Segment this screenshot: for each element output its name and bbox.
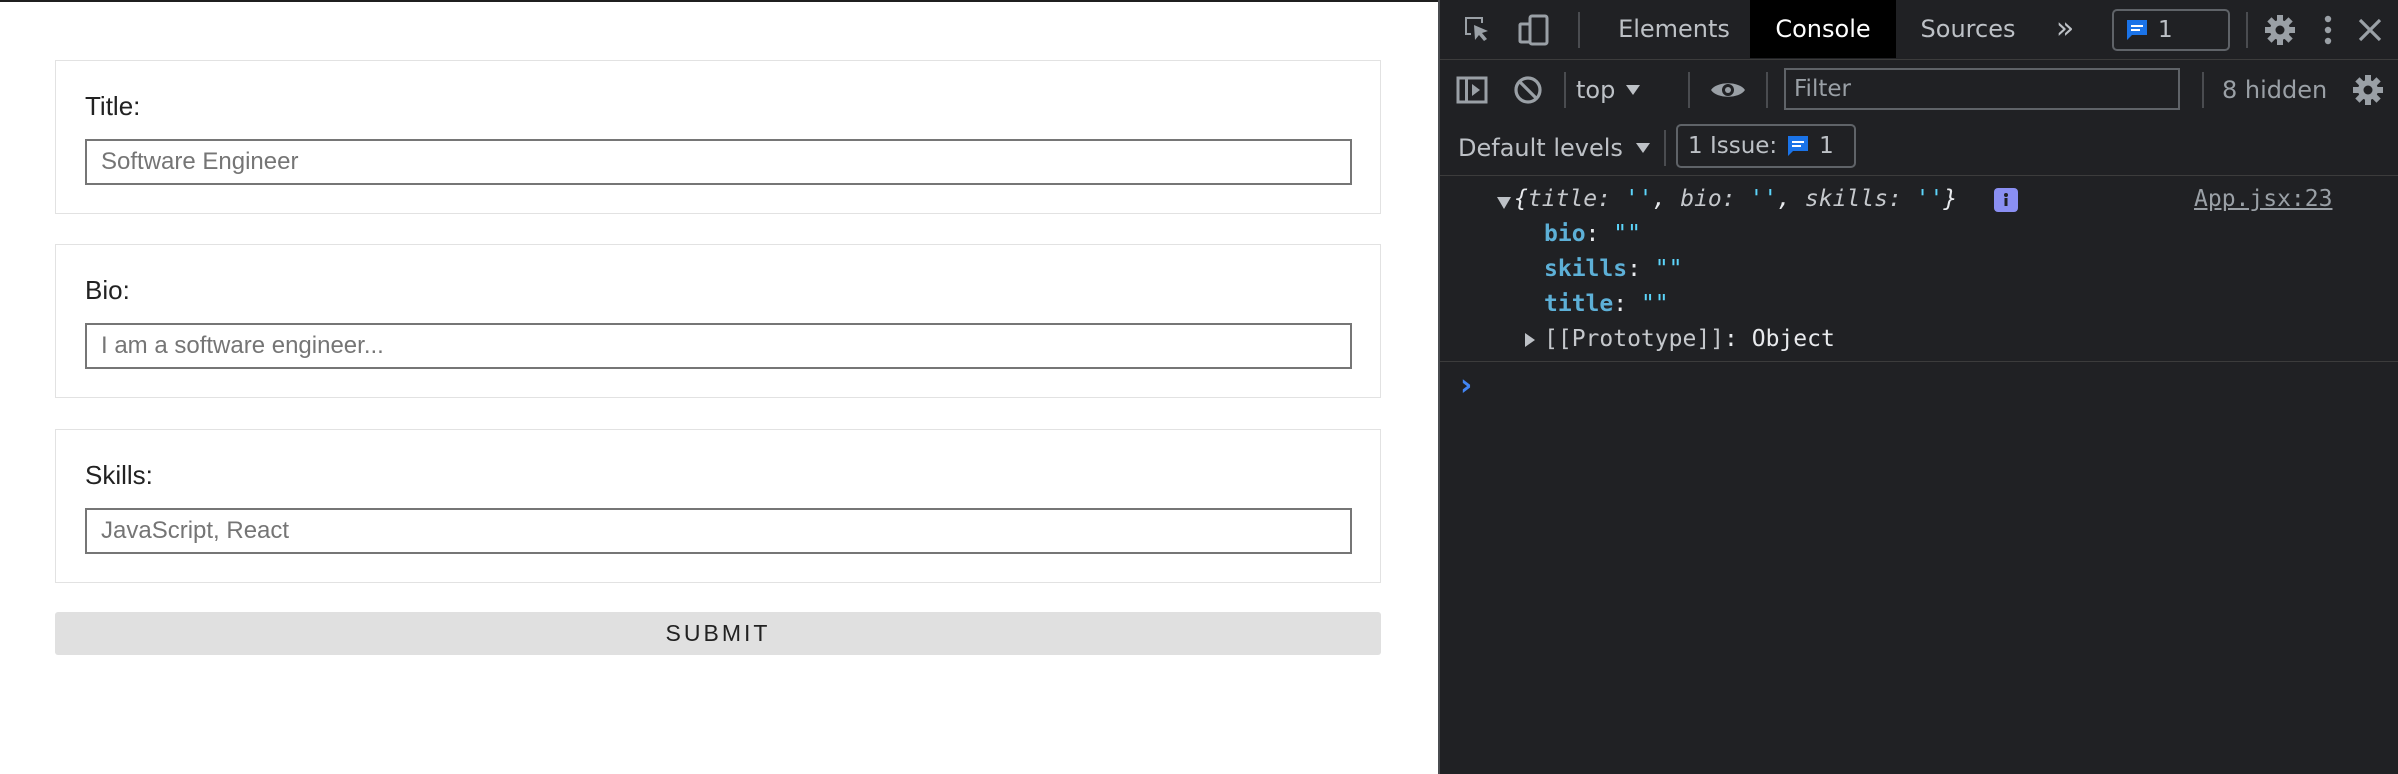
property-key: bio — [1544, 221, 1586, 247]
live-expression-eye-icon[interactable] — [1708, 72, 1748, 108]
title-card: Title: — [55, 60, 1381, 214]
settings-gear-icon[interactable] — [2262, 12, 2298, 48]
console-levels-bar: Default levels 1 Issue: 1 — [1440, 120, 2398, 176]
console-settings-gear-icon[interactable] — [2350, 72, 2386, 108]
console-input[interactable] — [1490, 368, 2370, 408]
toolbar-divider — [1578, 12, 1580, 48]
more-options-icon[interactable] — [2314, 12, 2342, 48]
submit-button[interactable]: SUBMIT — [55, 612, 1381, 655]
prototype-row[interactable]: [[Prototype]]: Object — [1544, 326, 1835, 352]
skills-label: Skills: — [85, 460, 153, 490]
title-label: Title: — [85, 91, 141, 121]
object-property: title: "" — [1544, 291, 1669, 317]
console-output: {title: '', bio: '', skills: ''} App.jsx… — [1440, 176, 2398, 774]
bio-input[interactable] — [85, 323, 1352, 369]
issues-button-label: 1 Issue: — [1688, 133, 1778, 159]
prototype-key: [[Prototype]] — [1544, 326, 1725, 352]
prototype-value: Object — [1751, 326, 1835, 352]
property-value: "" — [1613, 221, 1641, 247]
summary-value: '' — [1915, 186, 1944, 212]
summary-key: bio — [1680, 186, 1722, 212]
collapsed-triangle-icon[interactable] — [1524, 332, 1536, 348]
summary-colon: : — [1887, 186, 1916, 212]
message-icon — [2127, 20, 2147, 40]
console-toolbar: top 8 hidden — [1440, 60, 2398, 120]
property-colon: : — [1585, 221, 1614, 247]
dropdown-arrow-icon — [1626, 85, 1641, 95]
object-property: skills: "" — [1544, 256, 1683, 282]
skills-card: Skills: — [55, 429, 1381, 583]
console-filter-input[interactable] — [1784, 68, 2180, 110]
summary-comma: , — [1652, 186, 1681, 212]
expand-triangle-icon[interactable] — [1496, 196, 1512, 210]
prototype-colon: : — [1724, 326, 1752, 352]
summary-value: '' — [1624, 186, 1653, 212]
devtools-panel: Elements Console Sources » 1 top Filter … — [1438, 0, 2398, 774]
bio-label: Bio: — [85, 275, 130, 305]
summary-key: title — [1527, 186, 1598, 212]
tab-elements[interactable]: Elements — [1602, 0, 1746, 58]
device-toolbar-icon[interactable] — [1516, 12, 1552, 48]
issues-button-count: 1 — [1819, 133, 1834, 159]
issues-button[interactable]: 1 Issue: 1 — [1676, 124, 1856, 168]
toolbar-divider — [1664, 130, 1666, 166]
console-log-entry: {title: '', bio: '', skills: ''} App.jsx… — [1440, 176, 2398, 362]
context-selector-value: top — [1576, 76, 1616, 104]
show-sidebar-icon[interactable] — [1454, 72, 1490, 108]
object-property: bio: "" — [1544, 221, 1641, 247]
info-icon[interactable] — [1994, 188, 2018, 212]
issues-badge[interactable]: 1 — [2112, 9, 2230, 51]
skills-input[interactable] — [85, 508, 1352, 554]
property-colon: : — [1613, 291, 1641, 317]
property-colon: : — [1627, 256, 1655, 282]
close-icon[interactable] — [2352, 12, 2388, 48]
toolbar-divider — [1766, 72, 1768, 108]
property-value: "" — [1654, 256, 1683, 282]
summary-value: '' — [1749, 186, 1778, 212]
title-input[interactable] — [85, 139, 1352, 185]
app-page: Title: Bio: Skills: SUBMIT — [0, 0, 1438, 774]
inspect-element-icon[interactable] — [1460, 12, 1496, 48]
object-summary[interactable]: {title: '', bio: '', skills: ''} — [1514, 186, 1957, 212]
bio-card: Bio: — [55, 244, 1381, 398]
log-levels-dropdown[interactable]: Default levels — [1458, 130, 1651, 166]
dropdown-arrow-icon — [1635, 143, 1650, 153]
context-selector[interactable]: top — [1576, 72, 1641, 108]
devtools-tab-bar: Elements Console Sources » 1 — [1440, 0, 2398, 60]
source-link[interactable]: App.jsx:23 — [2194, 186, 2332, 212]
toolbar-divider — [1564, 72, 1566, 108]
summary-colon: : — [1721, 186, 1750, 212]
property-key: skills — [1544, 256, 1628, 282]
tab-console[interactable]: Console — [1750, 0, 1896, 58]
property-key: title — [1544, 291, 1614, 317]
message-icon — [1788, 136, 1809, 156]
summary-brace: { — [1514, 186, 1528, 212]
summary-key: skills — [1804, 186, 1888, 212]
property-value: "" — [1640, 291, 1669, 317]
toolbar-divider — [2246, 12, 2248, 48]
toolbar-divider — [2202, 72, 2204, 108]
summary-colon: : — [1597, 186, 1625, 212]
summary-comma: , — [1777, 186, 1805, 212]
summary-brace: } — [1943, 186, 1958, 212]
log-levels-label: Default levels — [1458, 134, 1623, 162]
console-prompt-icon: › — [1460, 368, 1473, 403]
tab-sources[interactable]: Sources — [1900, 0, 2036, 58]
clear-console-icon[interactable] — [1510, 72, 1546, 108]
toolbar-divider — [1688, 72, 1690, 108]
hidden-messages-count: 8 hidden — [2222, 76, 2328, 104]
more-tabs-button[interactable]: » — [2040, 0, 2090, 58]
issues-badge-count: 1 — [2158, 17, 2173, 43]
